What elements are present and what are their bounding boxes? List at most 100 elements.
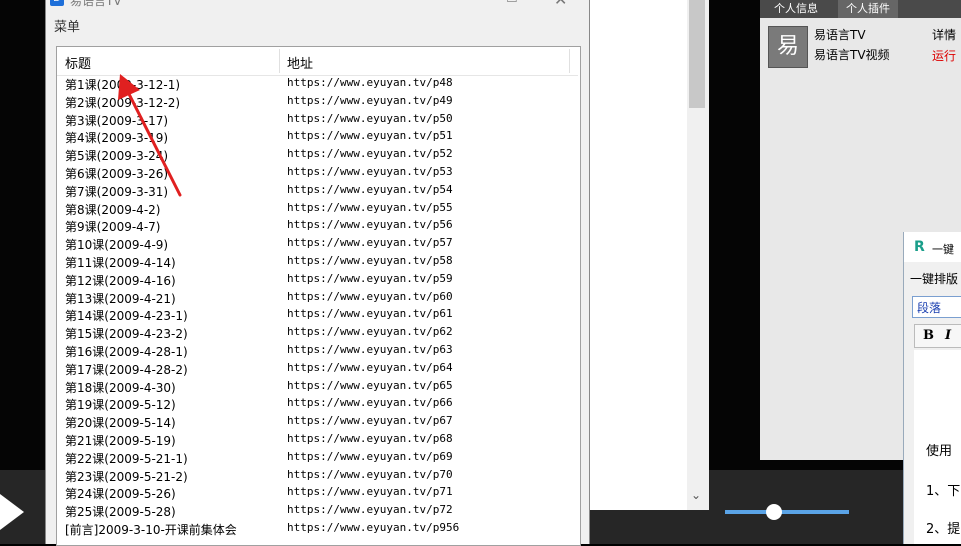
table-row[interactable]: [前言]2009-3-10-开课前集体会 https://www.eyuyan.t…	[57, 520, 578, 538]
table-row[interactable]: 第25课(2009-5-28) https://www.eyuyan.tv/p72	[57, 502, 578, 520]
cell-url: https://www.eyuyan.tv/p52	[287, 147, 453, 161]
detail-button[interactable]: 详情	[932, 26, 956, 43]
cell-title: [前言]2009-3-10-开课前集体会	[65, 522, 237, 537]
format-toolbar: B I	[914, 324, 961, 348]
cell-title: 第9课(2009-4-7)	[65, 220, 161, 235]
cell-title: 第19课(2009-5-12)	[65, 398, 176, 413]
cell-url: https://www.eyuyan.tv/p56	[287, 218, 453, 232]
editor-menu[interactable]: 一键排版	[910, 270, 958, 287]
table-row[interactable]: 第18课(2009-4-30) https://www.eyuyan.tv/p65	[57, 378, 578, 396]
table-row[interactable]: 第12课(2009-4-16) https://www.eyuyan.tv/p59	[57, 271, 578, 289]
cell-title: 第20课(2009-5-14)	[65, 416, 176, 431]
cell-url: https://www.eyuyan.tv/p61	[287, 307, 453, 321]
cell-title: 第17课(2009-4-28-2)	[65, 362, 188, 377]
table-row[interactable]: 第5课(2009-3-24) https://www.eyuyan.tv/p52	[57, 146, 578, 164]
table-row[interactable]: 第14课(2009-4-23-1) https://www.eyuyan.tv/p…	[57, 306, 578, 324]
cell-url: https://www.eyuyan.tv/p57	[287, 236, 453, 250]
cell-url: https://www.eyuyan.tv/p51	[287, 129, 453, 143]
column-divider[interactable]	[569, 49, 570, 73]
paragraph-style-select[interactable]: 段落	[912, 296, 961, 318]
table-row[interactable]: 第19课(2009-5-12) https://www.eyuyan.tv/p66	[57, 395, 578, 413]
run-button[interactable]: 运行	[932, 47, 956, 64]
list-body: 第1课(2009-3-12-1) https://www.eyuyan.tv/p4…	[57, 75, 578, 538]
table-row[interactable]: 第21课(2009-5-19) https://www.eyuyan.tv/p68	[57, 431, 578, 449]
cell-url: https://www.eyuyan.tv/p71	[287, 485, 453, 499]
cell-title: 第23课(2009-5-21-2)	[65, 469, 188, 484]
course-list: 标题 地址 第1课(2009-3-12-1) https://www.eyuyan…	[56, 46, 581, 546]
scrollbar-thumb[interactable]	[689, 0, 705, 108]
cell-title: 第12课(2009-4-16)	[65, 273, 176, 288]
list-header: 标题 地址	[57, 47, 578, 76]
cell-title: 第5课(2009-3-24)	[65, 149, 169, 164]
paragraph-style-value: 段落	[917, 301, 942, 315]
tab-personal-info[interactable]: 个人信息	[766, 0, 826, 18]
table-row[interactable]: 第22课(2009-5-21-1) https://www.eyuyan.tv/p…	[57, 449, 578, 467]
column-divider[interactable]	[279, 49, 280, 73]
bold-button[interactable]: B	[923, 328, 934, 343]
cell-url: https://www.eyuyan.tv/p59	[287, 271, 453, 285]
table-row[interactable]: 第23课(2009-5-21-2) https://www.eyuyan.tv/p…	[57, 467, 578, 485]
cell-title: 第3课(2009-3-17)	[65, 113, 169, 128]
doc-line: 2、提	[926, 522, 961, 537]
cell-url: https://www.eyuyan.tv/p63	[287, 342, 453, 356]
italic-button[interactable]: I	[945, 328, 951, 343]
table-row[interactable]: 第17课(2009-4-28-2) https://www.eyuyan.tv/p…	[57, 360, 578, 378]
maximize-icon[interactable]: ☐	[506, 0, 518, 6]
table-row[interactable]: 第7课(2009-3-31) https://www.eyuyan.tv/p54	[57, 182, 578, 200]
table-row[interactable]: 第9课(2009-4-7) https://www.eyuyan.tv/p56	[57, 217, 578, 235]
table-row[interactable]: 第4课(2009-3-19) https://www.eyuyan.tv/p51	[57, 128, 578, 146]
cell-url: https://www.eyuyan.tv/p60	[287, 289, 453, 303]
volume-slider[interactable]	[725, 510, 849, 514]
plugin-name: 易语言TV	[814, 28, 866, 42]
table-row[interactable]: 第16课(2009-4-28-1) https://www.eyuyan.tv/p…	[57, 342, 578, 360]
close-icon[interactable]: ✕	[554, 0, 567, 9]
cell-url: https://www.eyuyan.tv/p62	[287, 325, 453, 339]
cell-url: https://www.eyuyan.tv/p67	[287, 414, 453, 428]
menu-bar-item[interactable]: 菜单	[54, 16, 80, 35]
volume-slider-handle[interactable]	[766, 504, 782, 520]
cell-url: https://www.eyuyan.tv/p68	[287, 431, 453, 445]
column-header-title[interactable]: 标题	[65, 53, 91, 72]
cell-title: 第7课(2009-3-31)	[65, 184, 169, 199]
cell-title: 第13课(2009-4-21)	[65, 291, 176, 306]
cell-url: https://www.eyuyan.tv/p48	[287, 76, 453, 89]
cell-url: https://www.eyuyan.tv/p66	[287, 396, 453, 410]
table-row[interactable]: 第24课(2009-5-26) https://www.eyuyan.tv/p71	[57, 484, 578, 502]
table-row[interactable]: 第1课(2009-3-12-1) https://www.eyuyan.tv/p4…	[57, 75, 578, 93]
background-window-content	[589, 0, 687, 510]
table-row[interactable]: 第10课(2009-4-9) https://www.eyuyan.tv/p57	[57, 235, 578, 253]
doc-line: 1、下	[926, 484, 961, 499]
table-row[interactable]: 第3课(2009-3-17) https://www.eyuyan.tv/p50	[57, 111, 578, 129]
table-row[interactable]: 第8课(2009-4-2) https://www.eyuyan.tv/p55	[57, 200, 578, 218]
doc-line: 使用	[926, 444, 953, 459]
chevron-down-icon[interactable]: ⌄	[691, 488, 701, 502]
cell-title: 第16课(2009-4-28-1)	[65, 344, 188, 359]
play-icon[interactable]	[0, 494, 24, 530]
minimize-icon[interactable]: —	[454, 0, 468, 7]
table-row[interactable]: 第6课(2009-3-26) https://www.eyuyan.tv/p53	[57, 164, 578, 182]
cell-title: 第6课(2009-3-26)	[65, 166, 169, 181]
vertical-scrollbar[interactable]: ⌄	[687, 0, 707, 510]
editor-document[interactable]: 使用 1、下 2、提	[914, 350, 961, 544]
table-row[interactable]: 第2课(2009-3-12-2) https://www.eyuyan.tv/p4…	[57, 93, 578, 111]
table-row[interactable]: 第15课(2009-4-23-2) https://www.eyuyan.tv/p…	[57, 324, 578, 342]
cell-title: 第15课(2009-4-23-2)	[65, 327, 188, 342]
table-row[interactable]: 第13课(2009-4-21) https://www.eyuyan.tv/p60	[57, 289, 578, 307]
table-row[interactable]: 第20课(2009-5-14) https://www.eyuyan.tv/p67	[57, 413, 578, 431]
cell-url: https://www.eyuyan.tv/p69	[287, 449, 453, 463]
tab-personal-plugins[interactable]: 个人插件	[838, 0, 898, 18]
cell-title: 第8课(2009-4-2)	[65, 202, 161, 217]
cell-title: 第21课(2009-5-19)	[65, 433, 176, 448]
table-row[interactable]: 第11课(2009-4-14) https://www.eyuyan.tv/p58	[57, 253, 578, 271]
cell-title: 第14课(2009-4-23-1)	[65, 309, 188, 324]
cell-url: https://www.eyuyan.tv/p49	[287, 93, 453, 107]
cell-title: 第10课(2009-4-9)	[65, 238, 169, 253]
cell-url: https://www.eyuyan.tv/p58	[287, 253, 453, 267]
cell-title: 第22课(2009-5-21-1)	[65, 451, 188, 466]
cell-url: https://www.eyuyan.tv/p72	[287, 503, 453, 517]
cell-title: 第25课(2009-5-28)	[65, 505, 176, 520]
column-header-address[interactable]: 地址	[287, 53, 313, 72]
cell-title: 第11课(2009-4-14)	[65, 255, 176, 270]
cell-url: https://www.eyuyan.tv/p956	[287, 520, 460, 534]
typesetting-editor-window: R 一键 一键排版 段落 B I 使用 1、下 2、提	[903, 232, 961, 544]
